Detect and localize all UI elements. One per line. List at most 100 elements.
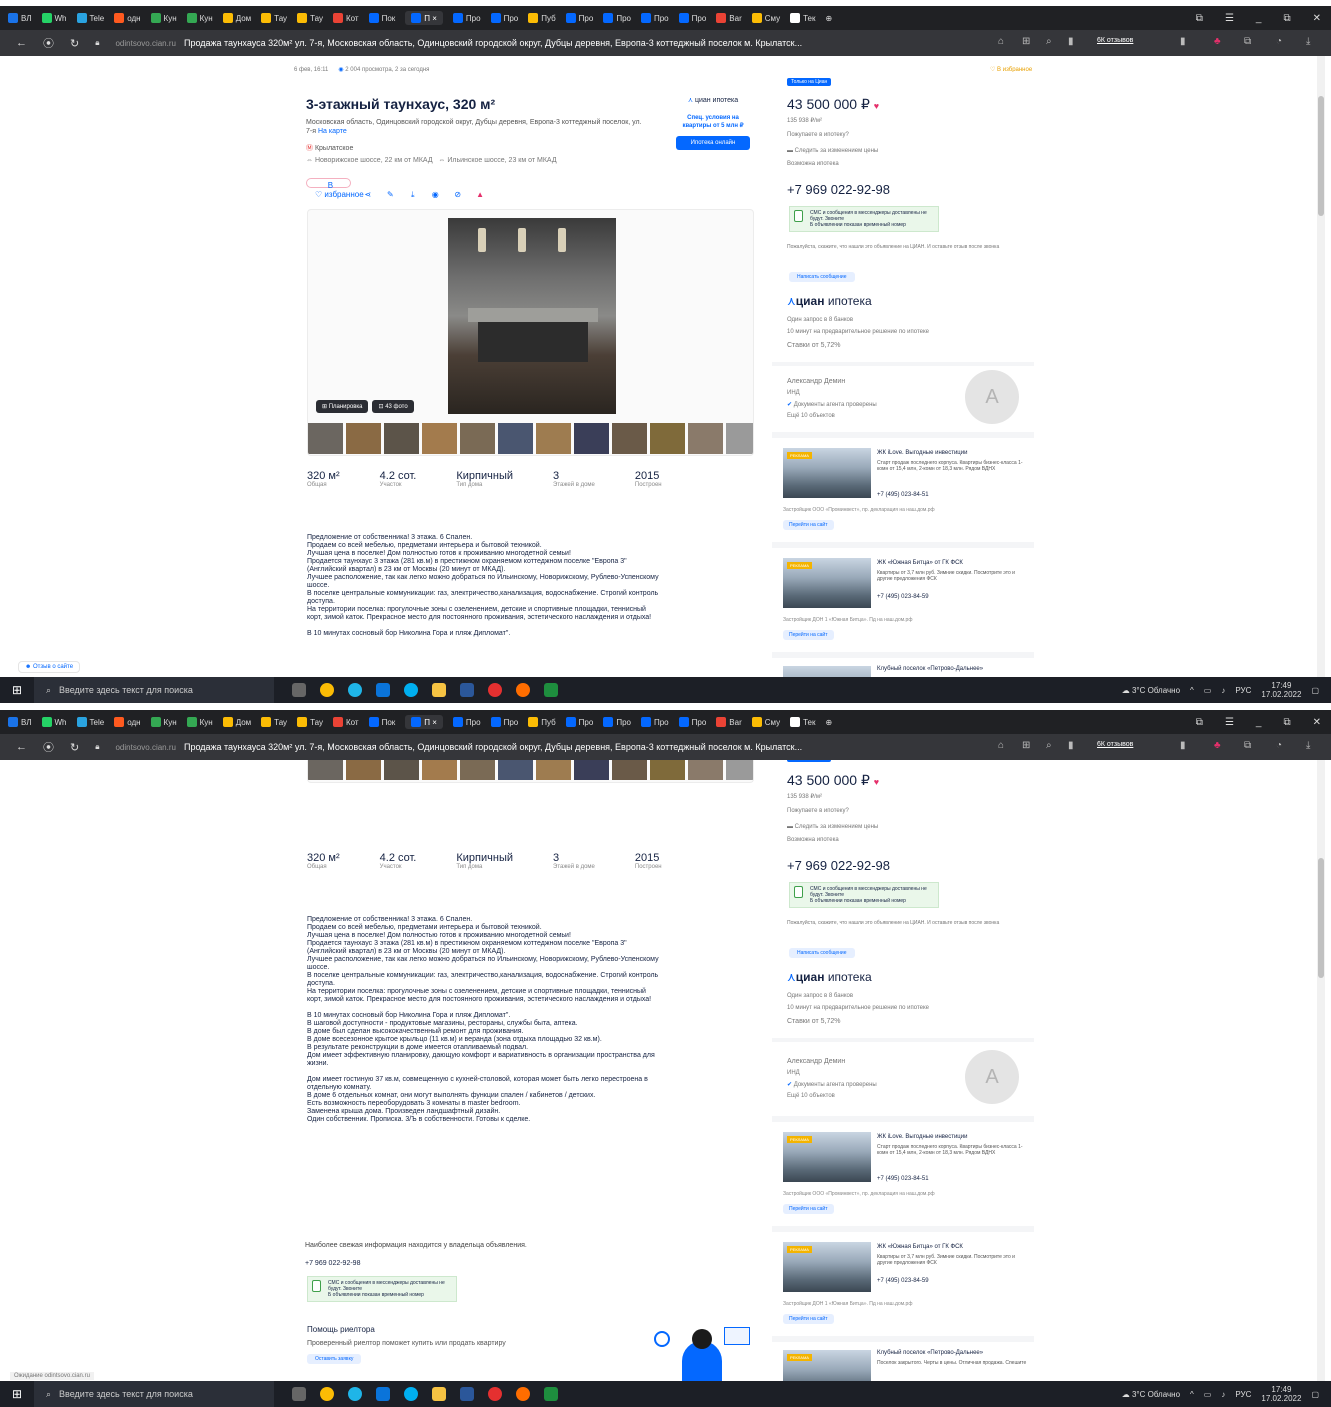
tab[interactable]: Пок [368,13,395,23]
report-icon[interactable]: ▲ [474,190,486,200]
photo-thumb[interactable] [308,423,343,454]
translate-icon[interactable]: ⊞ [1022,36,1030,47]
tab[interactable]: Пуб [528,717,556,727]
photo-thumb[interactable] [650,760,685,780]
profile-icon[interactable]: ◔ [1276,36,1282,47]
clock[interactable]: 17:49 17.02.2022 [1261,1385,1301,1403]
ad-image[interactable]: РЕКЛАМА [783,1350,871,1381]
tab[interactable]: Сму [751,717,780,727]
app-icon[interactable] [516,683,530,697]
ipoteka-rate-link[interactable]: Ставки от 5,72% [787,1018,840,1025]
explorer-icon[interactable] [432,1387,446,1401]
url-text[interactable]: odintsovo.cian.ru [115,39,175,48]
photo-thumb[interactable] [498,423,533,454]
scrollbar-thumb[interactable] [1318,96,1324,216]
ad-image[interactable]: РЕКЛАМА [783,558,871,608]
tab[interactable]: Про [490,13,518,23]
reload-icon[interactable]: ↻ [70,37,79,50]
url-text[interactable]: odintsovo.cian.ru [115,743,175,752]
word-icon[interactable] [460,683,474,697]
ad-phone[interactable]: +7 (495) 023-84-59 [877,1278,929,1284]
agent-name[interactable]: Александр Демин [787,378,845,385]
ad-card[interactable]: РЕКЛАМА ЖК iLove. Выгодные инвестиции Ст… [775,1124,1030,1226]
tray-chevron-icon[interactable]: ^ [1190,1390,1194,1399]
photo-thumb[interactable] [612,760,647,780]
tab[interactable]: Wh [41,717,67,727]
clock[interactable]: 17:49 17.02.2022 [1261,681,1301,699]
reader-icon[interactable]: ⌂ [998,740,1004,751]
profile-icon[interactable]: ◔ [1276,740,1282,751]
download-icon[interactable]: ⤓ [1306,36,1310,47]
photo-thumb[interactable] [574,423,609,454]
tab[interactable]: Дом [222,717,251,727]
photo-thumb[interactable] [384,760,419,780]
photo-thumb[interactable] [726,760,753,780]
chrome-icon[interactable] [320,683,334,697]
photo-thumb[interactable] [422,423,457,454]
tab-active[interactable]: П × [405,715,443,729]
volume-icon[interactable]: ♪ [1221,1390,1225,1399]
ipoteka-online-button[interactable]: Ипотека онлайн [676,136,750,150]
photo-thumb[interactable] [460,760,495,780]
tab-active[interactable]: П × [405,11,443,25]
photo-thumb[interactable] [536,423,571,454]
scrollbar[interactable] [1317,56,1325,677]
photo-gallery[interactable]: ⊞ Планировка ⊡ 43 фото [307,209,754,456]
tab-search-icon[interactable]: ⧉ [1196,717,1203,728]
photo-thumb[interactable] [308,760,343,780]
new-tab-icon[interactable]: ⊕ [826,718,833,727]
network-icon[interactable]: ▭ [1204,1390,1212,1399]
photo-thumb[interactable] [650,423,685,454]
collections-icon[interactable]: ⧉ [1244,740,1251,751]
task-view-icon[interactable] [292,683,306,697]
tab[interactable]: Tele [76,717,104,727]
notifications-icon[interactable]: ▢ [1311,1390,1319,1399]
scrollbar[interactable] [1317,760,1325,1381]
tab[interactable]: Про [603,13,631,23]
edge-icon[interactable] [348,683,362,697]
ad-image[interactable]: РЕКЛАМА [783,1242,871,1292]
main-photo[interactable] [448,218,616,414]
tab[interactable]: Тау [261,717,287,727]
owner-phone[interactable]: +7 969 022-92-98 [305,1260,360,1267]
tab[interactable]: Пуб [528,13,556,23]
photo-thumb[interactable] [726,423,753,454]
tab[interactable]: одн [114,13,141,23]
translate-icon[interactable]: ⊞ [1022,740,1030,751]
windows-start-icon[interactable]: ⊞ [0,1387,34,1401]
tab[interactable]: ВЛ [8,13,32,23]
ad-image[interactable]: РЕКЛАМА [783,1132,871,1182]
edit-icon[interactable]: ✎ [384,190,396,200]
language-indicator[interactable]: РУС [1235,686,1251,695]
hide-icon[interactable]: ◉ [429,190,441,200]
agent-name[interactable]: Александр Демин [787,1058,845,1065]
share-icon[interactable]: ⋖ [362,190,374,200]
tab[interactable]: Тек [790,13,816,23]
app-icon[interactable] [544,683,558,697]
language-indicator[interactable]: РУС [1235,1390,1251,1399]
photo-thumb[interactable] [536,760,571,780]
block-icon[interactable]: ⊘ [452,190,464,200]
phone-number[interactable]: +7 969 022-92-98 [787,182,890,197]
ad-visit-button[interactable]: Перейти на сайт [783,630,834,640]
reviews-link[interactable]: 6К отзывов [1097,37,1133,44]
tab[interactable]: Про [640,717,669,727]
task-view-icon[interactable] [292,1387,306,1401]
search-icon[interactable]: ⌕ [1046,36,1052,47]
photo-thumb[interactable] [422,760,457,780]
tab-search-icon[interactable]: ⧉ [1196,13,1203,24]
ad-title[interactable]: ЖК «Южная Битца» от ГК ФСК [877,1244,1027,1250]
explorer-icon[interactable] [432,683,446,697]
reload-icon[interactable]: ↻ [70,741,79,754]
search-icon[interactable]: ⌕ [1046,740,1052,751]
photo-thumb[interactable] [688,760,723,780]
tab[interactable]: Пок [368,717,395,727]
app-icon[interactable] [544,1387,558,1401]
tab[interactable]: Кун [186,13,213,23]
ad-title[interactable]: ЖК iLove. Выгодные инвестиции [877,450,1027,456]
ad-image[interactable] [783,666,871,677]
ad-title[interactable]: ЖК iLove. Выгодные инвестиции [877,1134,1027,1140]
watch-price-link[interactable]: ▬ Следить за изменением цены [787,148,878,154]
tab[interactable]: Wh [41,13,67,23]
network-icon[interactable]: ▭ [1204,686,1212,695]
